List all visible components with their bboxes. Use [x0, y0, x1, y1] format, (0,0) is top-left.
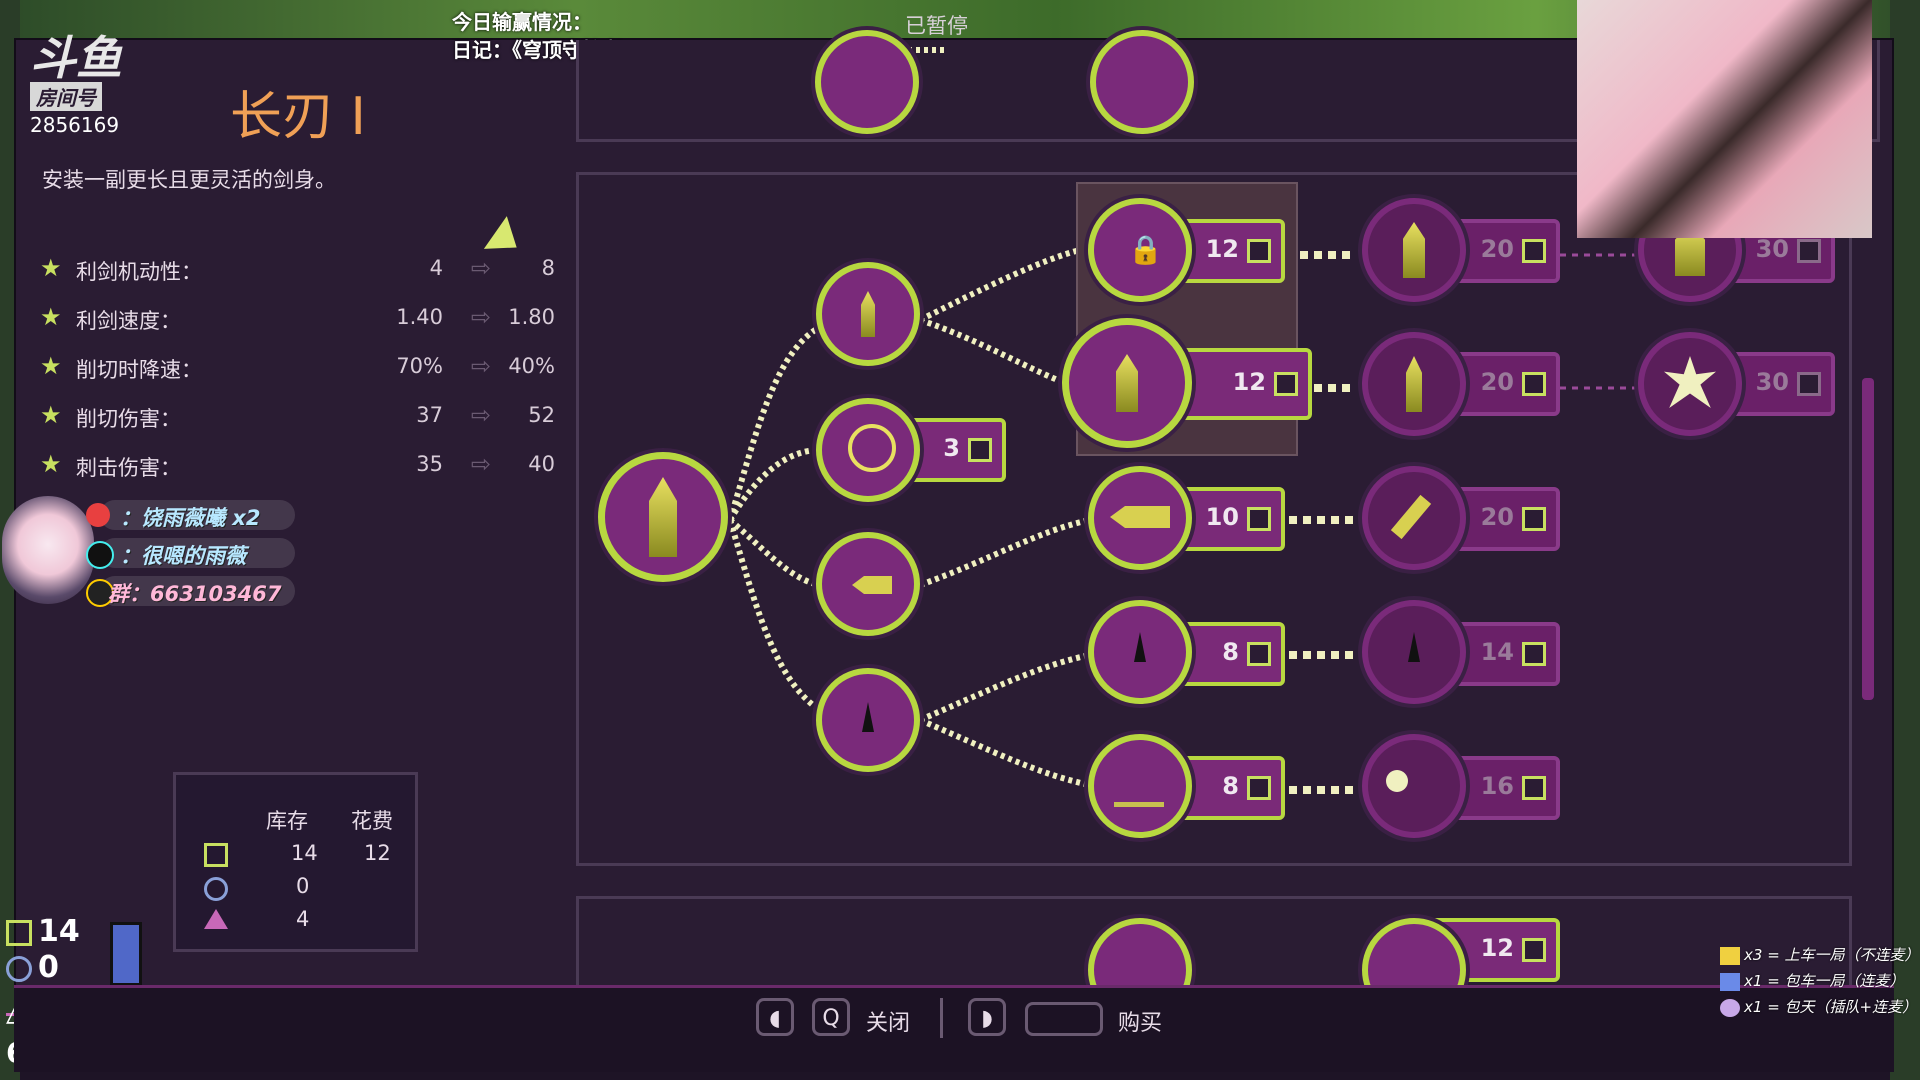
- cost-value: 3: [943, 434, 960, 462]
- legend-row: x3 = 上车一局（不连麦）: [1720, 944, 1920, 965]
- cost-value: 30: [1755, 235, 1789, 263]
- upgrade-node-r5c3[interactable]: [1362, 734, 1466, 838]
- upgrade-node-target[interactable]: [816, 398, 920, 502]
- cost-value: 12: [1480, 934, 1514, 962]
- dash-arrow-icon: [1110, 506, 1170, 528]
- burst-icon: [1664, 356, 1716, 408]
- spike-icon: [1134, 632, 1146, 662]
- spike-icon: [1408, 632, 1420, 662]
- mouse-left-icon[interactable]: ◖: [756, 998, 794, 1036]
- upgrade-node-r1c3[interactable]: [1362, 198, 1466, 302]
- burst-icon: [1386, 770, 1408, 792]
- cost-value: 12: [1205, 235, 1239, 263]
- iron-icon: [1797, 239, 1821, 263]
- controls-divider: [940, 998, 943, 1038]
- iron-icon: [968, 438, 992, 462]
- upgrade-node-long-blade[interactable]: [816, 262, 920, 366]
- mouse-right-icon[interactable]: ◗: [968, 998, 1006, 1036]
- iron-icon: [1522, 938, 1546, 962]
- ticket-icon: [1720, 946, 1740, 965]
- iron-icon: [1247, 776, 1271, 800]
- dash-arrow-icon: [852, 576, 892, 594]
- upgrade-node-r4c2[interactable]: [1088, 600, 1192, 704]
- spike-icon: [862, 702, 874, 732]
- upgrade-node-selected[interactable]: [1062, 318, 1192, 448]
- cost-value: 8: [1222, 638, 1239, 666]
- cost-value: 20: [1480, 368, 1514, 396]
- cost-value: 14: [1480, 638, 1514, 666]
- q-key-button[interactable]: Q: [812, 998, 850, 1036]
- close-button[interactable]: 关闭: [866, 1005, 910, 1037]
- upgrade-node-r2c3[interactable]: [1362, 332, 1466, 436]
- buy-button[interactable]: 购买: [1118, 1005, 1162, 1037]
- blade-icon: [1116, 354, 1138, 412]
- cost-value: 10: [1205, 503, 1239, 531]
- upgrade-node-top-a[interactable]: [815, 30, 919, 134]
- car-icon: [1720, 972, 1740, 991]
- upgrade-node-dash[interactable]: [816, 532, 920, 636]
- thrust-icon: [1390, 494, 1432, 540]
- crosshair-icon: [848, 424, 896, 472]
- legend-text: x3 = 上车一局（不连麦）: [1744, 946, 1920, 964]
- blade-icon: [1406, 356, 1422, 412]
- legend-row: x1 = 包车一局（连麦）: [1720, 970, 1905, 991]
- upgrade-node-r5c2[interactable]: [1088, 734, 1192, 838]
- iron-icon: [1522, 507, 1546, 531]
- lock-icon: 🔒: [1128, 233, 1163, 266]
- cost-value: 30: [1755, 368, 1789, 396]
- cost-value: 12: [1232, 368, 1266, 396]
- upgrade-node-r3c3[interactable]: [1362, 466, 1466, 570]
- upgrade-node-r4c3[interactable]: [1362, 600, 1466, 704]
- iron-icon: [1247, 642, 1271, 666]
- blade-icon: [861, 291, 875, 337]
- iron-icon: [1522, 642, 1546, 666]
- blade-icon: [1403, 222, 1425, 278]
- legend-row: x1 = 包天（插队+连麦）: [1720, 996, 1917, 1017]
- iron-icon: [1522, 776, 1546, 800]
- upgrade-node-sword-root[interactable]: [598, 452, 728, 582]
- iron-icon: [1247, 507, 1271, 531]
- iron-icon: [1274, 372, 1298, 396]
- iron-icon: [1797, 372, 1821, 396]
- legend-text: x1 = 包天（插队+连麦）: [1744, 998, 1918, 1016]
- upgrade-node-top-b[interactable]: [1090, 30, 1194, 134]
- sweep-icon: [1114, 762, 1164, 807]
- crown-icon: [1720, 998, 1740, 1017]
- iron-icon: [1522, 239, 1546, 263]
- buy-progress-box[interactable]: [1025, 1002, 1103, 1036]
- upgrade-node-r2c4[interactable]: [1638, 332, 1742, 436]
- cost-value: 20: [1480, 503, 1514, 531]
- cost-value: 20: [1480, 235, 1514, 263]
- legend-text: x1 = 包车一局（连麦）: [1744, 972, 1905, 990]
- iron-icon: [1522, 372, 1546, 396]
- iron-icon: [1247, 239, 1271, 263]
- cost-value: 8: [1222, 772, 1239, 800]
- controls-bar: [14, 985, 1894, 1072]
- sword-icon: [649, 477, 677, 557]
- upgrade-node-r3c2[interactable]: [1088, 466, 1192, 570]
- cost-value: 16: [1480, 772, 1514, 800]
- upgrade-node-spike[interactable]: [816, 668, 920, 772]
- streamer-webcam: [1577, 0, 1872, 238]
- tree-scrollbar[interactable]: [1862, 378, 1874, 700]
